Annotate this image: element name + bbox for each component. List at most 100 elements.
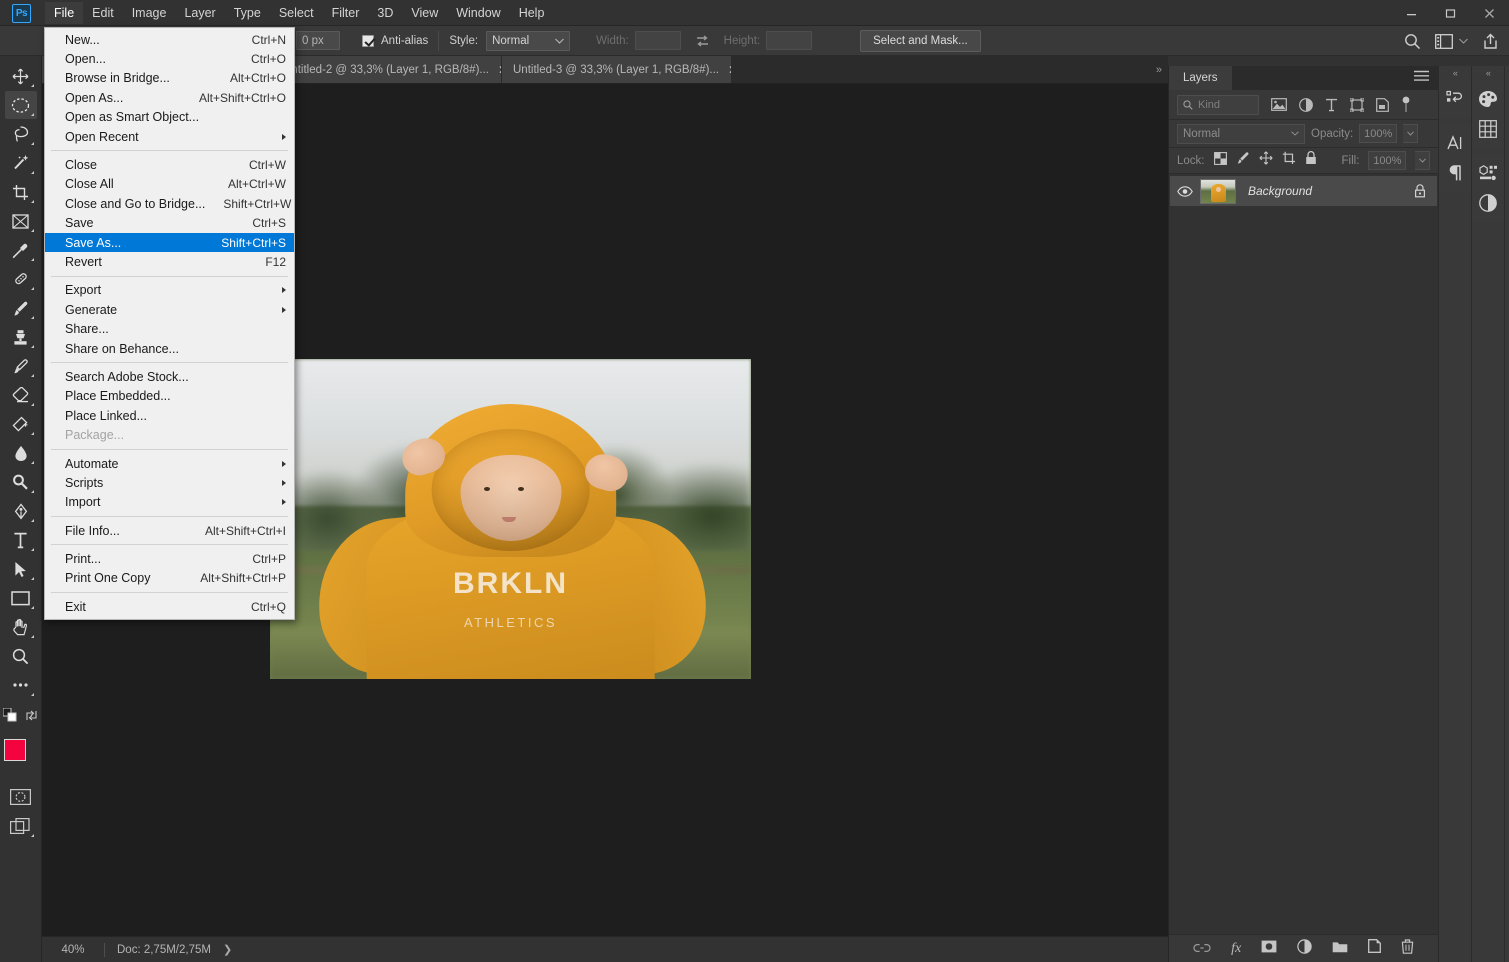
menu-item-place-embedded[interactable]: Place Embedded... [45, 387, 294, 406]
share-icon[interactable] [1482, 33, 1499, 50]
character-icon[interactable] [1439, 128, 1471, 158]
feather-value[interactable]: 0 px [296, 31, 340, 50]
link-layers-icon[interactable] [1193, 940, 1211, 958]
delete-layer-icon[interactable] [1401, 939, 1414, 959]
lock-all-icon[interactable] [1305, 151, 1317, 170]
filter-kind-select[interactable]: Kind [1177, 95, 1259, 115]
close-icon[interactable]: ✕ [728, 64, 732, 76]
crop-tool[interactable] [5, 178, 37, 206]
menu-item-place-linked[interactable]: Place Linked... [45, 406, 294, 425]
panel-item-channels[interactable]: Channels [1505, 80, 1509, 110]
fill-stepper[interactable] [1415, 151, 1430, 170]
menu-item-browse-in-bridge[interactable]: Browse in Bridge... Alt+Ctrl+O [45, 69, 294, 88]
document-tab[interactable]: Untitled-2 @ 33,3% (Layer 1, RGB/8#)... … [272, 56, 502, 83]
menu-item-new[interactable]: New... Ctrl+N [45, 30, 294, 49]
adjustments-icon[interactable] [1472, 188, 1504, 218]
screen-mode-toggle[interactable] [5, 812, 37, 840]
menu-item-generate[interactable]: Generate [45, 300, 294, 319]
swatches-icon[interactable] [1472, 114, 1504, 144]
menu-file[interactable]: File [45, 2, 83, 24]
panel-menu-icon[interactable] [1414, 69, 1429, 87]
double-chevron-icon[interactable]: « [1505, 66, 1509, 80]
menu-select[interactable]: Select [270, 2, 323, 24]
menu-filter[interactable]: Filter [323, 2, 369, 24]
rectangle-tool[interactable] [5, 584, 37, 612]
color-icon[interactable] [1472, 84, 1504, 114]
history-brush-tool[interactable] [5, 352, 37, 380]
layer-style-fx-icon[interactable]: fx [1231, 941, 1241, 957]
history-icon[interactable] [1439, 84, 1471, 114]
menu-item-open-as[interactable]: Open As... Alt+Shift+Ctrl+O [45, 88, 294, 107]
menu-type[interactable]: Type [225, 2, 270, 24]
filter-type-icon[interactable] [1325, 98, 1338, 112]
menu-item-automate[interactable]: Automate [45, 454, 294, 473]
menu-image[interactable]: Image [123, 2, 176, 24]
blur-tool[interactable] [5, 439, 37, 467]
tab-layers[interactable]: Layers [1169, 66, 1232, 90]
chevron-down-icon[interactable] [1459, 38, 1468, 44]
style-select[interactable]: Normal [486, 31, 570, 51]
double-chevron-icon[interactable]: « [1472, 66, 1504, 80]
dodge-tool[interactable] [5, 468, 37, 496]
edit-toolbar-tool[interactable] [5, 671, 37, 699]
lock-transparent-pixels-icon[interactable] [1214, 152, 1227, 170]
menu-item-open-recent[interactable]: Open Recent [45, 127, 294, 146]
menu-item-import[interactable]: Import [45, 493, 294, 512]
healing-brush-tool[interactable] [5, 265, 37, 293]
menu-item-close-all[interactable]: Close All Alt+Ctrl+W [45, 175, 294, 194]
workspace-icon[interactable] [1435, 34, 1453, 49]
eyedropper-tool[interactable] [5, 236, 37, 264]
color-swatches[interactable] [4, 739, 38, 773]
brush-tool[interactable] [5, 294, 37, 322]
hand-tool[interactable] [5, 613, 37, 641]
lasso-tool[interactable] [5, 120, 37, 148]
chevron-right-icon[interactable]: ❯ [223, 943, 232, 956]
menu-3d[interactable]: 3D [368, 2, 402, 24]
clone-stamp-tool[interactable] [5, 323, 37, 351]
blend-mode-select[interactable]: Normal [1177, 124, 1305, 144]
new-group-icon[interactable] [1332, 940, 1348, 958]
menu-item-close[interactable]: Close Ctrl+W [45, 155, 294, 174]
filter-smart-object-icon[interactable] [1376, 98, 1389, 112]
menu-layer[interactable]: Layer [175, 2, 224, 24]
filter-shape-icon[interactable] [1350, 98, 1364, 112]
layer-row-background[interactable]: Background [1170, 176, 1437, 206]
opacity-stepper[interactable] [1403, 124, 1418, 143]
magic-wand-tool[interactable] [5, 149, 37, 177]
lock-artboard-nesting-icon[interactable] [1282, 151, 1296, 170]
filter-toggle-icon[interactable] [1401, 96, 1411, 114]
move-tool[interactable] [5, 62, 37, 90]
elliptical-marquee-tool[interactable] [5, 91, 37, 119]
swap-arrows-icon[interactable] [695, 34, 710, 48]
file-menu-dropdown[interactable]: New... Ctrl+N Open... Ctrl+O Browse in B… [44, 27, 295, 620]
new-adjustment-layer-icon[interactable] [1297, 939, 1312, 959]
zoom-tool[interactable] [5, 642, 37, 670]
menu-item-exit[interactable]: Exit Ctrl+Q [45, 597, 294, 616]
artboard[interactable]: BRKLN ATHLETICS [270, 359, 751, 679]
new-layer-icon[interactable] [1368, 939, 1381, 958]
document-tab[interactable]: Untitled-3 @ 33,3% (Layer 1, RGB/8#)... … [502, 56, 732, 83]
menu-item-share-on-behance[interactable]: Share on Behance... [45, 339, 294, 358]
type-tool[interactable] [5, 526, 37, 554]
filter-adjustment-icon[interactable] [1299, 98, 1313, 112]
fill-value[interactable]: 100% [1368, 151, 1406, 170]
frame-tool[interactable] [5, 207, 37, 235]
panel-item-paths[interactable]: Paths [1505, 110, 1509, 140]
layer-locked-icon[interactable] [1403, 184, 1437, 198]
default-colors-icon[interactable] [3, 708, 17, 727]
select-and-mask-button[interactable]: Select and Mask... [860, 30, 981, 52]
menu-edit[interactable]: Edit [83, 2, 123, 24]
filter-pixel-icon[interactable] [1271, 98, 1287, 111]
menu-item-print-one-copy[interactable]: Print One Copy Alt+Shift+Ctrl+P [45, 569, 294, 588]
foreground-color-swatch[interactable] [4, 739, 26, 761]
properties-icon[interactable] [1472, 158, 1504, 188]
menu-item-print[interactable]: Print... Ctrl+P [45, 549, 294, 568]
search-icon[interactable] [1404, 33, 1421, 50]
pen-tool[interactable] [5, 497, 37, 525]
double-chevron-icon[interactable]: « [1439, 66, 1471, 80]
swap-colors-icon[interactable] [25, 709, 38, 727]
layer-list[interactable]: Background [1169, 174, 1438, 934]
lock-image-pixels-icon[interactable] [1236, 151, 1250, 170]
opacity-value[interactable]: 100% [1359, 124, 1397, 143]
path-selection-tool[interactable] [5, 555, 37, 583]
